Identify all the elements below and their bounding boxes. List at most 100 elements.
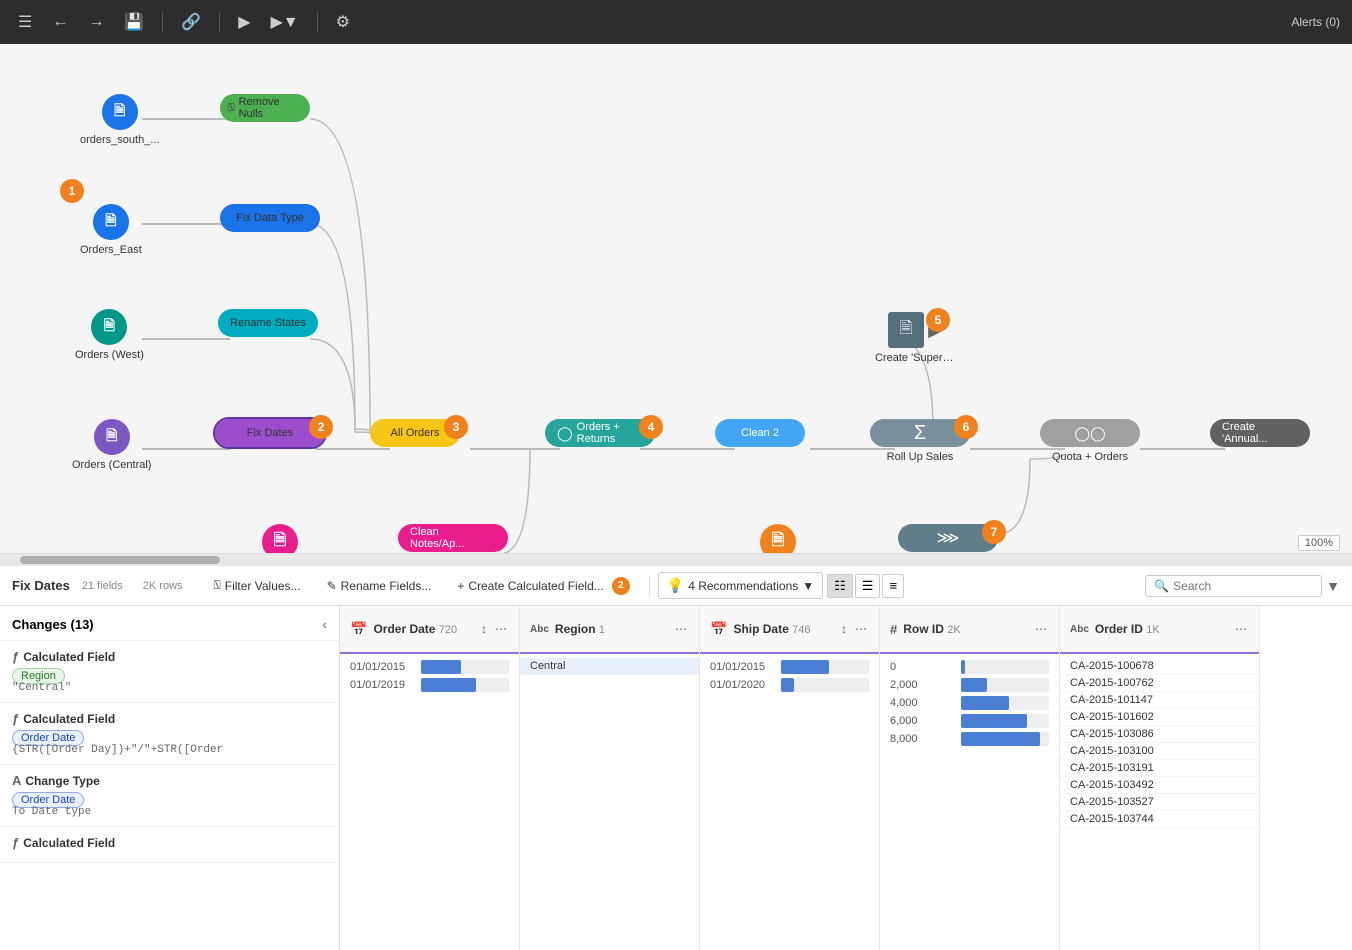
rowid-bar-label-1: 2,000: [890, 679, 955, 691]
fields-meta: 21 fields: [82, 580, 123, 592]
node-create-annual-label: Create 'Annual...: [1222, 421, 1298, 445]
rec-label: 4 Recommendations: [688, 579, 798, 593]
node-orders-east[interactable]: 🗎 Orders_East: [80, 204, 142, 256]
node-create-annual[interactable]: Create 'Annual...: [1210, 419, 1310, 447]
change-type-0: ƒ Calculated Field: [12, 649, 327, 664]
change-item-1[interactable]: ƒ Calculated Field Order Date {STR([Orde…: [0, 703, 339, 765]
recommendations-button[interactable]: 💡 4 Recommendations ▼: [658, 572, 823, 599]
order-id-item-5[interactable]: CA-2015-103100: [1060, 743, 1259, 760]
rename-fields-button[interactable]: ✎ Rename Fields...: [316, 574, 443, 598]
order-id-item-3[interactable]: CA-2015-101602: [1060, 709, 1259, 726]
run-options-button[interactable]: ▶▼: [265, 8, 305, 36]
change-item-3[interactable]: ƒ Calculated Field: [0, 827, 339, 863]
col-actions-order-date: ↕ ⋯: [479, 620, 509, 638]
bar-row-0: 01/01/2015: [340, 658, 519, 676]
node-returns-all[interactable]: 🗎 Returns (all): [250, 524, 310, 554]
node-roll-up-sales-badge: 6: [954, 415, 978, 439]
node-orders-south-label: orders_south_...: [80, 134, 160, 146]
col-name-region: Region: [555, 622, 596, 636]
zoom-indicator: 100%: [1298, 535, 1340, 551]
rowid-bar-label-3: 6,000: [890, 715, 955, 727]
col-more-ship-date[interactable]: ⋯: [853, 620, 869, 638]
canvas-scrollbar[interactable]: [0, 554, 1352, 566]
node-orders-central[interactable]: 🗎 Orders (Central): [72, 419, 151, 471]
rename-fields-label: Rename Fields...: [341, 579, 432, 593]
search-options-button[interactable]: ▼: [1326, 578, 1340, 594]
create-calc-field-button[interactable]: + Create Calculated Field... 2: [446, 572, 640, 600]
sidebar-toggle-button[interactable]: ☰: [12, 8, 38, 36]
bar-row-1: 01/01/2019: [340, 676, 519, 694]
node-clean2[interactable]: Clean 2: [715, 419, 805, 447]
col-header-order-id: Abc Order ID 1K ⋯: [1060, 606, 1259, 654]
node-clean-notes[interactable]: Clean Notes/Ap...: [398, 524, 508, 552]
order-id-item-2[interactable]: CA-2015-101147: [1060, 692, 1259, 709]
col-sort-order-date[interactable]: ↕: [479, 620, 489, 638]
node-remove-nulls[interactable]: ⍂ Remove Nulls: [220, 94, 310, 122]
filter-icon: ⍂: [214, 578, 221, 593]
order-id-item-9[interactable]: CA-2015-103744: [1060, 811, 1259, 828]
node-rename-states[interactable]: Rename States: [218, 309, 318, 337]
node-orders-south[interactable]: 🗎 orders_south_...: [80, 94, 160, 146]
node-quota[interactable]: 🗎 Quota: [760, 524, 796, 554]
alerts-label: Alerts (0): [1291, 15, 1340, 29]
save-button[interactable]: 💾: [118, 8, 150, 36]
col-count-ship-date: 746: [792, 624, 810, 636]
node-remove-nulls-label: Remove Nulls: [239, 96, 302, 120]
run-button[interactable]: ▶: [232, 8, 256, 36]
col-more-order-id[interactable]: ⋯: [1233, 620, 1249, 638]
node-pivot-quotas[interactable]: ⋙ 7 Pivot Quotas: [898, 524, 998, 554]
node-fix-data-type[interactable]: Fix Data Type: [220, 204, 320, 232]
share-button[interactable]: 🔗: [175, 8, 207, 36]
calc-field-icon-3: ƒ: [12, 835, 19, 850]
settings-button[interactable]: ⚙: [330, 8, 356, 36]
list-view-button[interactable]: ☰: [855, 574, 881, 598]
col-row-id: # Row ID 2K ⋯ 0: [880, 606, 1060, 950]
order-id-item-6[interactable]: CA-2015-103191: [1060, 760, 1259, 777]
change-tag-2: Order Date: [12, 792, 327, 806]
change-tag-1: Order Date: [12, 730, 327, 744]
view-buttons: ☷ ☰ ≡: [827, 574, 904, 598]
change-item-0[interactable]: ƒ Calculated Field Region "Central": [0, 641, 339, 703]
node-fix-dates-badge: 2: [309, 415, 333, 439]
rowid-bar-label-2: 4,000: [890, 697, 955, 709]
col-more-row-id[interactable]: ⋯: [1033, 620, 1049, 638]
scroll-thumb[interactable]: [20, 556, 220, 564]
order-id-item-0[interactable]: CA-2015-100678: [1060, 658, 1259, 675]
flow-canvas: 🗎 orders_south_... ⍂ Remove Nulls 🗎 Orde…: [0, 44, 1352, 554]
search-input[interactable]: [1173, 579, 1313, 593]
change-item-2[interactable]: A Change Type Order Date To Date type: [0, 765, 339, 827]
metadata-view-button[interactable]: ≡: [882, 574, 904, 598]
order-id-item-7[interactable]: CA-2015-103492: [1060, 777, 1259, 794]
grid-view-button[interactable]: ☷: [827, 574, 853, 598]
forward-button[interactable]: →: [82, 9, 110, 35]
order-id-item-8[interactable]: CA-2015-103527: [1060, 794, 1259, 811]
col-more-region[interactable]: ⋯: [673, 620, 689, 638]
rowid-bar-fill-3: [961, 714, 1027, 728]
bar-bg-0: [421, 660, 509, 674]
col-more-order-date[interactable]: ⋯: [493, 620, 509, 638]
filter-values-button[interactable]: ⍂ Filter Values...: [203, 573, 312, 598]
back-button[interactable]: ←: [46, 9, 74, 35]
rowid-bar-fill-2: [961, 696, 1009, 710]
node-orders-west[interactable]: 🗎 Orders (West): [75, 309, 144, 361]
collapse-changes-button[interactable]: ‹: [322, 616, 327, 632]
order-id-item-4[interactable]: CA-2015-103086: [1060, 726, 1259, 743]
order-id-item-1[interactable]: CA-2015-100762: [1060, 675, 1259, 692]
node-orders-returns[interactable]: ◯ Orders + Returns 4: [545, 419, 655, 447]
node-all-orders[interactable]: All Orders 3: [370, 419, 460, 447]
node-create-supers[interactable]: 🗎 ▶ 5 Create 'Supers...: [875, 312, 955, 364]
col-type-icon-region: Abc: [530, 624, 549, 635]
col-body-row-id: 0 2,000 4,000: [880, 654, 1059, 950]
node-fix-dates[interactable]: Fix Dates 2: [215, 419, 325, 447]
rowid-bar-row-0: 0: [880, 658, 1059, 676]
node-quota-orders[interactable]: ◯◯ Quota + Orders: [1040, 419, 1140, 463]
ship-bar-bg-0: [781, 660, 869, 674]
node-roll-up-sales[interactable]: Σ 6 Roll Up Sales: [870, 419, 970, 463]
region-item-central[interactable]: Central: [520, 658, 699, 675]
toolbar-separator-3: [317, 12, 318, 32]
bottom-panel: Fix Dates 21 fields 2K rows ⍂ Filter Val…: [0, 566, 1352, 950]
ship-bar-fill-1: [781, 678, 794, 692]
col-body-order-id: CA-2015-100678 CA-2015-100762 CA-2015-10…: [1060, 654, 1259, 950]
col-sort-ship-date[interactable]: ↕: [839, 620, 849, 638]
col-body-order-date: 01/01/2015 01/01/2019: [340, 654, 519, 950]
